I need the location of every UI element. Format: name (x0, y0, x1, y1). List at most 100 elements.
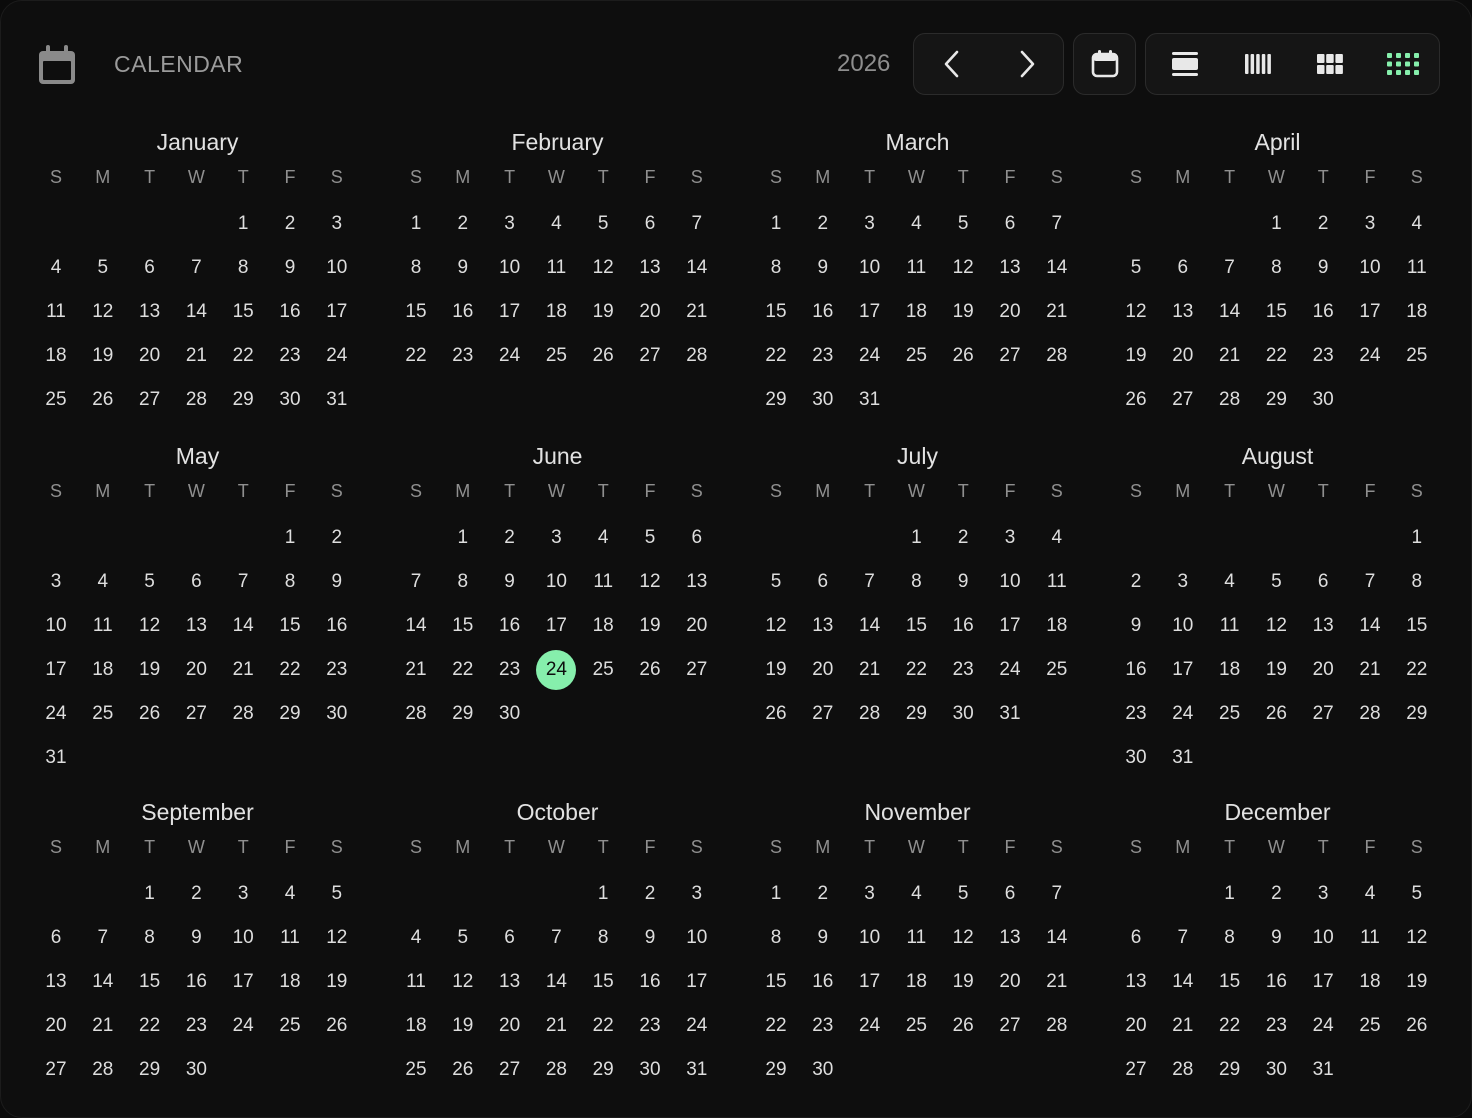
day-cell[interactable]: 16 (1113, 650, 1159, 690)
day-cell[interactable]: 17 (674, 962, 720, 1002)
day-cell[interactable]: 13 (33, 962, 79, 1002)
day-cell[interactable]: 4 (893, 204, 939, 244)
day-cell[interactable]: 29 (580, 1050, 626, 1090)
day-cell[interactable]: 17 (1300, 962, 1346, 1002)
day-cell[interactable]: 2 (627, 874, 673, 914)
day-cell[interactable]: 3 (33, 562, 79, 602)
day-cell[interactable]: 28 (674, 336, 720, 376)
day-cell[interactable]: 16 (1300, 292, 1346, 332)
day-cell[interactable]: 19 (940, 962, 986, 1002)
day-cell[interactable]: 12 (940, 918, 986, 958)
day-cell[interactable]: 14 (533, 962, 579, 1002)
day-cell[interactable]: 18 (80, 650, 126, 690)
day-cell[interactable]: 10 (1160, 606, 1206, 646)
day-cell[interactable]: 23 (800, 336, 846, 376)
day-cell[interactable]: 14 (1034, 248, 1080, 288)
day-cell[interactable]: 10 (487, 248, 533, 288)
day-cell[interactable]: 11 (80, 606, 126, 646)
day-cell[interactable]: 23 (314, 650, 360, 690)
day-cell[interactable]: 29 (220, 380, 266, 420)
day-cell[interactable]: 3 (1160, 562, 1206, 602)
day-cell[interactable]: 31 (1160, 738, 1206, 778)
day-cell[interactable]: 3 (487, 204, 533, 244)
day-cell[interactable]: 2 (440, 204, 486, 244)
day-cell[interactable]: 26 (1394, 1006, 1440, 1046)
day-cell[interactable]: 17 (1160, 650, 1206, 690)
day-cell[interactable]: 7 (1207, 248, 1253, 288)
day-cell[interactable]: 16 (1253, 962, 1299, 1002)
day-cell[interactable]: 4 (1207, 562, 1253, 602)
day-cell[interactable]: 3 (847, 204, 893, 244)
day-cell[interactable]: 4 (580, 518, 626, 558)
day-cell[interactable]: 13 (1300, 606, 1346, 646)
day-cell[interactable]: 24 (314, 336, 360, 376)
day-cell[interactable]: 15 (753, 962, 799, 1002)
day-cell[interactable]: 8 (440, 562, 486, 602)
day-cell[interactable]: 22 (1394, 650, 1440, 690)
day-cell[interactable]: 19 (580, 292, 626, 332)
day-cell[interactable]: 1 (127, 874, 173, 914)
day-cell[interactable]: 2 (1113, 562, 1159, 602)
day-cell[interactable]: 20 (33, 1006, 79, 1046)
day-cell[interactable]: 5 (627, 518, 673, 558)
day-cell[interactable]: 12 (440, 962, 486, 1002)
day-cell[interactable]: 26 (940, 336, 986, 376)
day-cell[interactable]: 4 (893, 874, 939, 914)
day-cell[interactable]: 5 (127, 562, 173, 602)
day-cell[interactable]: 19 (440, 1006, 486, 1046)
day-cell[interactable]: 21 (847, 650, 893, 690)
day-cell[interactable]: 4 (80, 562, 126, 602)
day-cell[interactable]: 24 (1347, 336, 1393, 376)
day-cell[interactable]: 18 (533, 292, 579, 332)
day-cell[interactable]: 19 (940, 292, 986, 332)
day-cell[interactable]: 10 (987, 562, 1033, 602)
day-cell[interactable]: 14 (1207, 292, 1253, 332)
day-cell[interactable]: 14 (1160, 962, 1206, 1002)
day-cell[interactable]: 6 (1113, 918, 1159, 958)
day-cell[interactable]: 31 (847, 380, 893, 420)
day-cell[interactable]: 27 (627, 336, 673, 376)
day-cell[interactable]: 8 (267, 562, 313, 602)
day-cell[interactable]: 21 (533, 1006, 579, 1046)
day-cell[interactable]: 26 (80, 380, 126, 420)
day-cell[interactable]: 6 (674, 518, 720, 558)
day-cell[interactable]: 9 (627, 918, 673, 958)
day-cell[interactable]: 17 (847, 292, 893, 332)
day-cell[interactable]: 18 (893, 292, 939, 332)
day-cell[interactable]: 23 (800, 1006, 846, 1046)
day-cell[interactable]: 30 (800, 380, 846, 420)
day-cell[interactable]: 2 (1253, 874, 1299, 914)
day-cell[interactable]: 30 (173, 1050, 219, 1090)
day-cell[interactable]: 27 (987, 1006, 1033, 1046)
day-cell[interactable]: 16 (173, 962, 219, 1002)
day-cell[interactable]: 20 (127, 336, 173, 376)
day-cell[interactable]: 9 (173, 918, 219, 958)
day-cell[interactable]: 10 (33, 606, 79, 646)
day-cell[interactable]: 27 (487, 1050, 533, 1090)
day-cell[interactable]: 6 (1160, 248, 1206, 288)
day-cell[interactable]: 28 (1160, 1050, 1206, 1090)
day-cell[interactable]: 30 (627, 1050, 673, 1090)
day-cell[interactable]: 20 (987, 962, 1033, 1002)
day-cell[interactable]: 9 (267, 248, 313, 288)
day-cell[interactable]: 20 (487, 1006, 533, 1046)
day-cell[interactable]: 29 (1253, 380, 1299, 420)
day-cell[interactable]: 26 (127, 694, 173, 734)
day-cell[interactable]: 7 (1034, 874, 1080, 914)
day-cell[interactable]: 9 (487, 562, 533, 602)
day-cell[interactable]: 20 (1300, 650, 1346, 690)
day-cell[interactable]: 23 (627, 1006, 673, 1046)
month-view-button[interactable] (1294, 34, 1366, 94)
day-cell[interactable]: 23 (940, 650, 986, 690)
day-cell[interactable]: 16 (627, 962, 673, 1002)
day-cell[interactable]: 20 (1160, 336, 1206, 376)
day-cell[interactable]: 1 (893, 518, 939, 558)
day-cell[interactable]: 1 (440, 518, 486, 558)
day-cell[interactable]: 20 (674, 606, 720, 646)
day-cell[interactable]: 1 (1253, 204, 1299, 244)
day-cell[interactable]: 28 (80, 1050, 126, 1090)
day-cell[interactable]: 14 (393, 606, 439, 646)
day-cell[interactable]: 9 (440, 248, 486, 288)
day-cell[interactable]: 21 (1160, 1006, 1206, 1046)
day-cell[interactable]: 22 (1207, 1006, 1253, 1046)
